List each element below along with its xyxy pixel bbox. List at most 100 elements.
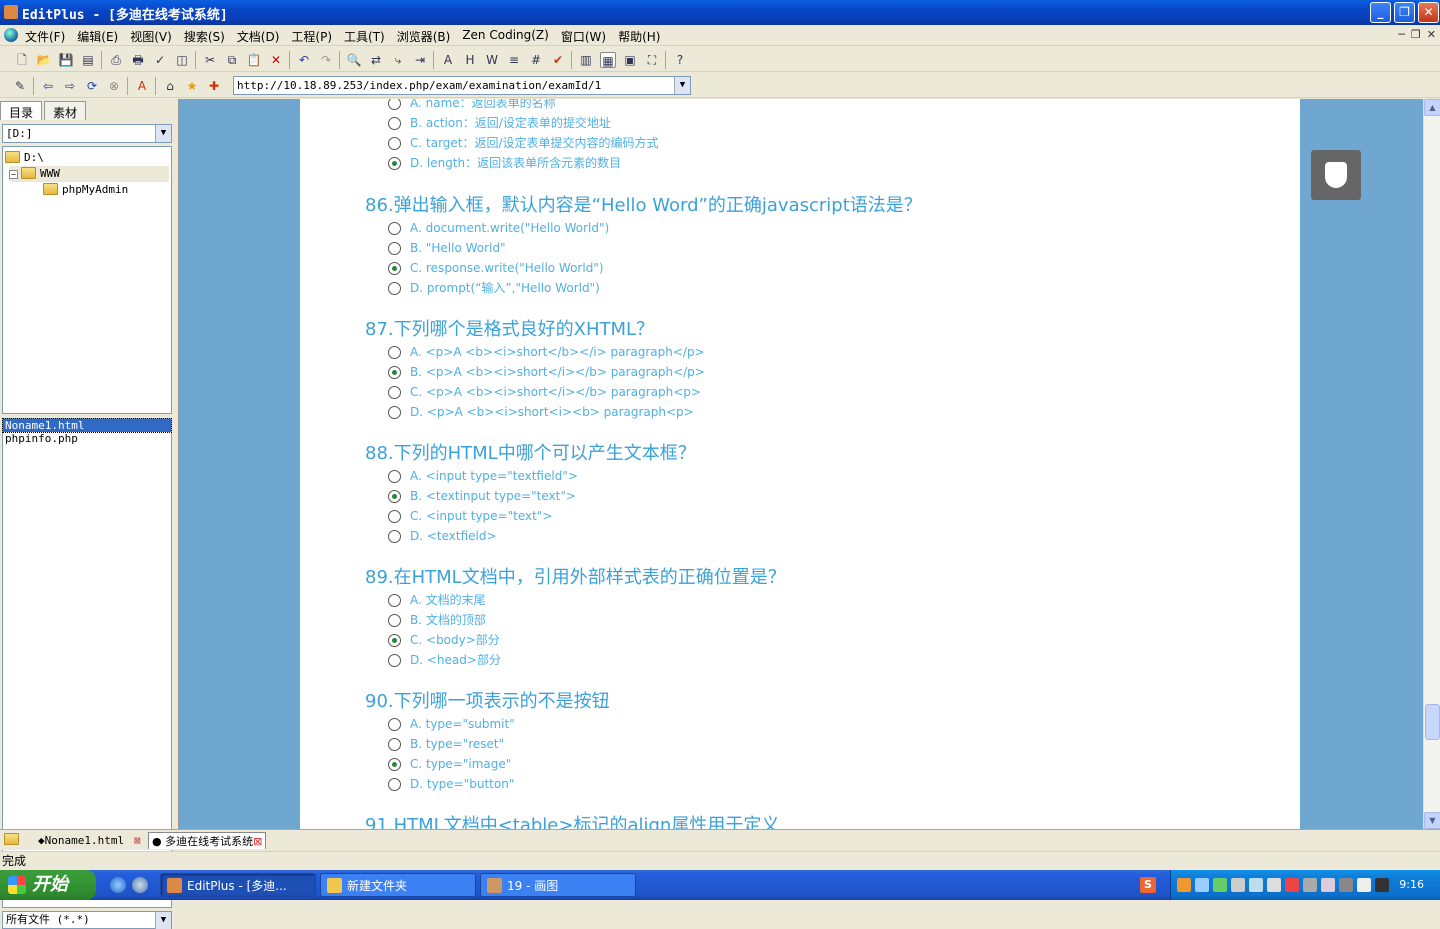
menu-item-0[interactable]: 文件(F) — [25, 28, 71, 45]
ie-icon[interactable] — [110, 877, 126, 893]
save-all-icon[interactable]: ▤ — [80, 52, 96, 68]
back-arrow-icon[interactable]: ⇦ — [40, 78, 56, 94]
radio-button[interactable] — [388, 490, 401, 503]
header-icon[interactable]: H — [462, 52, 478, 68]
directory-icon[interactable]: ▥ — [578, 52, 594, 68]
answer-option[interactable]: C. target：返回/设定表单提交内容的编码方式 — [365, 133, 659, 153]
close-button[interactable]: ✕ — [1418, 2, 1439, 23]
radio-button[interactable] — [388, 262, 401, 275]
paste-icon[interactable]: 📋 — [246, 52, 262, 68]
tray-app-icon[interactable] — [1213, 878, 1227, 892]
drive-select[interactable]: [D:] ▼ — [2, 124, 172, 143]
cut-icon[interactable]: ✂ — [202, 52, 218, 68]
save-icon[interactable]: 💾 — [58, 52, 74, 68]
stop-icon[interactable]: ⊗ — [106, 78, 122, 94]
sidebar-tab-0[interactable]: 目录 — [0, 101, 43, 120]
answer-option[interactable]: D. <textfield> — [365, 526, 696, 546]
word-wrap-icon[interactable]: W — [484, 52, 500, 68]
radio-button[interactable] — [388, 346, 401, 359]
answer-option[interactable]: D. prompt(“输入”,"Hello World") — [365, 278, 922, 298]
tree-item-phpmyadmin[interactable]: phpMyAdmin — [43, 182, 128, 198]
radio-button[interactable] — [388, 758, 401, 771]
forward-arrow-icon[interactable]: ⇨ — [62, 78, 78, 94]
open-folder-icon[interactable]: 📂 — [36, 52, 52, 68]
radio-button[interactable] — [388, 778, 401, 791]
answer-option[interactable]: B. "Hello World" — [365, 238, 922, 258]
start-button[interactable]: 开始 — [0, 870, 96, 900]
copy-icon[interactable]: ⧉ — [224, 52, 240, 68]
radio-button[interactable] — [388, 282, 401, 295]
replace-icon[interactable]: ⇄ — [368, 52, 384, 68]
radio-button[interactable] — [388, 117, 401, 130]
menu-item-3[interactable]: 搜索(S) — [184, 28, 231, 45]
sidebar-tab-1[interactable]: 素材 — [44, 101, 87, 120]
line-number-icon[interactable]: # — [528, 52, 544, 68]
font-icon[interactable]: A — [440, 52, 456, 68]
check-icon[interactable]: ✔ — [550, 52, 566, 68]
minimize-button[interactable]: _ — [1370, 2, 1391, 23]
answer-option[interactable]: C. <body>部分 — [365, 630, 786, 650]
collapse-icon[interactable]: − — [9, 170, 18, 179]
menu-item-9[interactable]: 窗口(W) — [561, 28, 612, 45]
output-icon[interactable]: ▣ — [622, 52, 638, 68]
chevron-down-icon[interactable]: ▼ — [155, 125, 171, 142]
print-preview-icon[interactable]: ⎙ — [108, 52, 124, 68]
answer-option[interactable]: A. type="submit" — [365, 714, 610, 734]
answer-option[interactable]: D. <p>A <b><i>short<i><b> paragraph<p> — [365, 402, 705, 422]
doc-tab-exam[interactable]: ● 多迪在线考试系统⊠ — [148, 832, 267, 849]
scroll-up-icon[interactable]: ▲ — [1424, 99, 1440, 116]
file-list-item[interactable]: phpinfo.php — [3, 432, 171, 445]
task-editplus[interactable]: EditPlus - [多迪... — [160, 873, 316, 897]
menu-item-7[interactable]: 浏览器(B) — [397, 28, 457, 45]
radio-button[interactable] — [388, 718, 401, 731]
floating-action-button[interactable] — [1311, 150, 1361, 200]
indent-icon[interactable]: ⇥ — [412, 52, 428, 68]
radio-button[interactable] — [388, 654, 401, 667]
help-cursor-icon[interactable]: ? — [672, 52, 688, 68]
find-icon[interactable]: 🔍 — [346, 52, 362, 68]
radio-button[interactable] — [388, 510, 401, 523]
menu-item-5[interactable]: 工程(P) — [291, 28, 338, 45]
undo-icon[interactable]: ↶ — [296, 52, 312, 68]
radio-button[interactable] — [388, 137, 401, 150]
task-paint[interactable]: 19 - 画图 — [480, 873, 636, 897]
scroll-thumb[interactable] — [1425, 704, 1440, 740]
edit-pencil-icon[interactable]: ✎ — [12, 78, 28, 94]
scroll-down-icon[interactable]: ▼ — [1424, 812, 1440, 829]
refresh-icon[interactable]: ⟳ — [84, 78, 100, 94]
answer-option[interactable]: C. type="image" — [365, 754, 610, 774]
cliptext-icon[interactable]: ▦ — [600, 52, 616, 68]
tray-app-icon[interactable] — [1339, 878, 1353, 892]
tray-security-icon[interactable] — [1249, 878, 1263, 892]
radio-button[interactable] — [388, 157, 401, 170]
tray-monitor-icon[interactable] — [1375, 878, 1389, 892]
answer-option[interactable]: B. <textinput type="text"> — [365, 486, 696, 506]
radio-button[interactable] — [388, 366, 401, 379]
mdi-minimize-button[interactable]: ─ — [1398, 28, 1405, 41]
mdi-restore-button[interactable]: ❐ — [1411, 28, 1421, 41]
address-input[interactable]: http://10.18.89.253/index.php/exam/exami… — [233, 76, 691, 95]
bookmark-icon[interactable]: ✚ — [206, 78, 222, 94]
radio-button[interactable] — [388, 99, 401, 110]
home-icon[interactable]: ⌂ — [162, 78, 178, 94]
task-folder[interactable]: 新建文件夹 — [320, 873, 476, 897]
answer-option[interactable]: C. <input type="text"> — [365, 506, 696, 526]
new-file-icon[interactable]: 🗋 — [14, 52, 30, 68]
file-list-item[interactable]: Noname1.html — [2, 418, 172, 433]
radio-button[interactable] — [388, 222, 401, 235]
delete-icon[interactable]: ✕ — [268, 52, 284, 68]
answer-option[interactable]: D. length：返回该表单所含元素的数目 — [365, 153, 659, 173]
menu-item-6[interactable]: 工具(T) — [344, 28, 391, 45]
redo-icon[interactable]: ↷ — [318, 52, 334, 68]
answer-option[interactable]: A. document.write("Hello World") — [365, 218, 922, 238]
chevron-down-icon[interactable]: ▼ — [155, 912, 171, 929]
tree-item-d[interactable]: D:\ — [5, 150, 44, 166]
answer-option[interactable]: A. <input type="textfield"> — [365, 466, 696, 486]
restore-button[interactable]: ❐ — [1394, 2, 1415, 23]
radio-button[interactable] — [388, 406, 401, 419]
answer-option[interactable]: B. 文档的顶部 — [365, 610, 786, 630]
mdi-close-button[interactable]: ✕ — [1427, 28, 1436, 41]
radio-button[interactable] — [388, 530, 401, 543]
answer-option[interactable]: A. <p>A <b><i>short</b></i> paragraph</p… — [365, 342, 705, 362]
answer-option[interactable]: B. <p>A <b><i>short</i></b> paragraph</p… — [365, 362, 705, 382]
